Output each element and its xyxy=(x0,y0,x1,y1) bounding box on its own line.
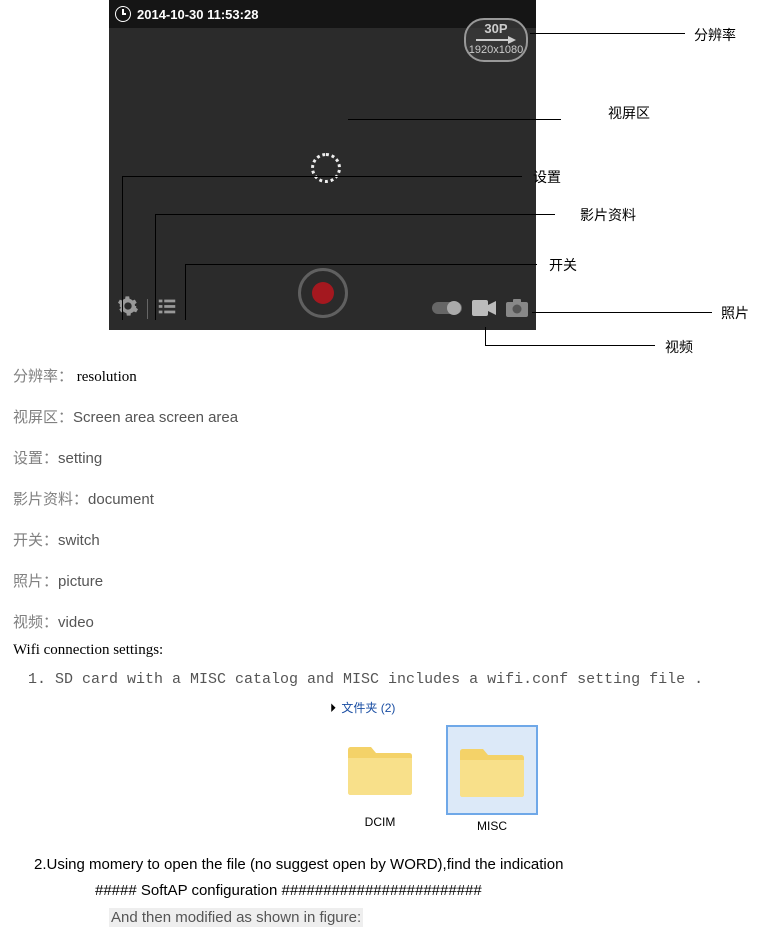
def-row: 照片：picture xyxy=(13,570,713,591)
def-row: 影片资料：document xyxy=(13,488,713,509)
annotation-line xyxy=(485,345,655,346)
folder-screenshot: ⏵ 文件夹 (2) DCIM MISC xyxy=(326,697,554,843)
annotation-line xyxy=(122,176,522,177)
def-row: 分辨率： resolution xyxy=(13,365,713,386)
folder-label: DCIM xyxy=(330,815,430,829)
camera-timestamp: 2014-10-30 11:53:28 xyxy=(137,7,258,22)
wifi-title: Wifi connection settings: xyxy=(13,642,733,659)
toggle-switch-icon[interactable] xyxy=(432,300,462,321)
annotation-line xyxy=(155,214,156,320)
resolution-size: 1920x1080 xyxy=(466,44,526,56)
record-button[interactable] xyxy=(298,268,348,318)
def-row: 视频：video xyxy=(13,611,713,632)
folder-dcim[interactable]: DCIM xyxy=(330,725,430,829)
caret-icon: ⏵ xyxy=(330,701,336,715)
config-header-line: ##### SoftAP configuration #############… xyxy=(95,882,482,899)
label-switch: 开关 xyxy=(549,255,577,275)
video-mode-icon[interactable] xyxy=(472,300,496,321)
divider xyxy=(147,299,148,319)
camera-app-screenshot: 2014-10-30 11:53:28 30P 1920x1080 xyxy=(109,0,536,330)
label-resolution: 分辨率 xyxy=(694,25,736,45)
list-icon[interactable] xyxy=(156,295,178,322)
annotation-line xyxy=(122,176,123,320)
resolution-fps: 30P xyxy=(466,22,526,36)
label-film-info: 影片资料 xyxy=(580,205,636,225)
wifi-section: Wifi connection settings: 1. SD card wit… xyxy=(13,642,733,698)
photo-mode-icon[interactable] xyxy=(506,299,528,322)
def-row: 开关：switch xyxy=(13,529,713,550)
annotation-line xyxy=(185,264,186,320)
annotation-line xyxy=(532,312,712,313)
resolution-badge[interactable]: 30P 1920x1080 xyxy=(464,18,528,62)
folder-misc[interactable]: MISC xyxy=(442,725,542,833)
annotation-line xyxy=(348,119,561,120)
label-screen-area: 视屏区 xyxy=(608,103,650,123)
loading-spinner-icon xyxy=(311,153,341,183)
definitions-list: 分辨率： resolution 视屏区：Screen area screen a… xyxy=(13,365,713,652)
wifi-step-2: 2.Using momery to open the file (no sugg… xyxy=(34,856,734,873)
def-row: 设置：setting xyxy=(13,447,713,468)
label-photo: 照片 xyxy=(721,303,749,323)
clock-icon xyxy=(115,6,131,22)
annotation-line xyxy=(530,33,685,34)
folder-label: MISC xyxy=(442,819,542,833)
label-video: 视频 xyxy=(665,337,693,357)
annotation-line xyxy=(485,327,486,345)
def-row: 视屏区：Screen area screen area xyxy=(13,406,713,427)
gear-icon[interactable] xyxy=(117,295,139,322)
label-settings: 设置 xyxy=(533,167,561,187)
modified-note: And then modified as shown in figure: xyxy=(109,908,363,927)
wifi-step-1: 1. SD card with a MISC catalog and MISC … xyxy=(28,671,733,688)
annotation-line xyxy=(155,214,555,215)
folder-breadcrumb: ⏵ 文件夹 (2) xyxy=(330,699,395,716)
annotation-line xyxy=(185,264,537,265)
